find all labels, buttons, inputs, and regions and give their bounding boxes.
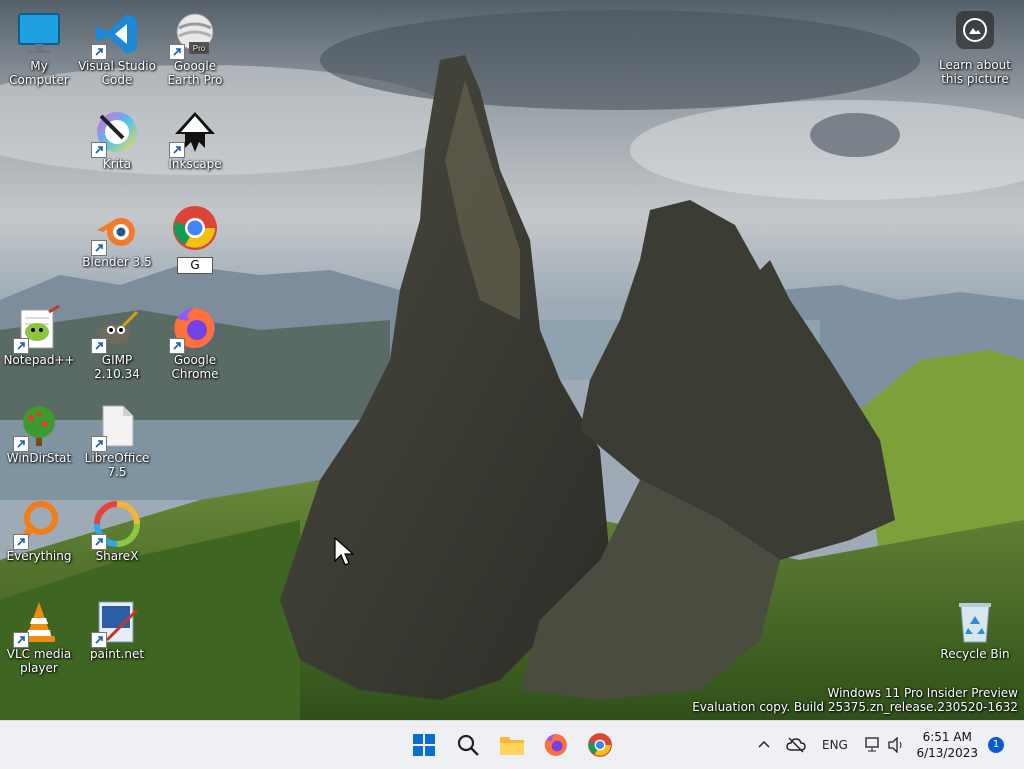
icon-label: ShareX: [95, 549, 139, 563]
shortcut-arrow-icon: [91, 338, 107, 354]
language-label: ENG: [822, 738, 848, 752]
chrome-icon: [588, 733, 612, 757]
shortcut-arrow-icon: [91, 142, 107, 158]
icon-label: Blender 3.5: [82, 255, 152, 269]
clock[interactable]: 6:51 AM 6/13/2023: [916, 729, 978, 761]
language-indicator[interactable]: ENG: [822, 721, 848, 769]
desktop-icon-notepadpp[interactable]: Notepad++: [0, 304, 78, 367]
learn-about-picture[interactable]: Learn about this picture: [930, 11, 1020, 86]
shortcut-arrow-icon: [13, 436, 29, 452]
shortcut-arrow-icon: [91, 436, 107, 452]
windows-watermark: Windows 11 Pro Insider Preview Evaluatio…: [692, 686, 1018, 714]
learn-about-label: Learn about this picture: [939, 58, 1011, 86]
start-button[interactable]: [408, 729, 440, 761]
onedrive-button[interactable]: [782, 729, 810, 761]
desktop-icon-blender[interactable]: Blender 3.5: [78, 206, 156, 269]
chrome-taskbar-button[interactable]: [584, 729, 616, 761]
shortcut-arrow-icon: [169, 338, 185, 354]
icon-label: Inkscape: [168, 157, 222, 171]
start-icon: [413, 734, 435, 756]
rename-input[interactable]: G: [177, 257, 213, 274]
mouse-cursor-icon: [334, 537, 354, 566]
desktop-icon-vlc[interactable]: VLC media player: [0, 598, 78, 675]
desktop-icon-renaming-chrome[interactable]: G: [156, 204, 234, 274]
desktop-icon-libreoffice[interactable]: LibreOffice 7.5: [78, 402, 156, 479]
desktop-icon-inkscape[interactable]: Inkscape: [156, 108, 234, 171]
shortcut-arrow-icon: [13, 338, 29, 354]
icon-label: WinDirStat: [6, 451, 72, 465]
desktop[interactable]: My Computer Notepad++ WinDirStat Everyth…: [0, 0, 1024, 720]
shortcut-arrow-icon: [91, 44, 107, 60]
clock-time: 6:51 AM: [922, 730, 972, 744]
shortcut-arrow-icon: [91, 632, 107, 648]
pro-badge: Pro: [193, 44, 206, 53]
volume-button[interactable]: [884, 729, 908, 761]
icon-label: LibreOffice 7.5: [84, 451, 150, 479]
camera-icon: [956, 11, 994, 49]
chevron-up-icon: [758, 740, 770, 748]
notification-badge[interactable]: 1: [988, 737, 1004, 753]
icon-label: paint.net: [89, 647, 145, 661]
icon-label: Recycle Bin: [940, 647, 1010, 661]
shortcut-arrow-icon: [91, 534, 107, 550]
desktop-icon-gimp[interactable]: GIMP 2.10.34: [78, 304, 156, 381]
icon-label: My Computer: [9, 59, 69, 87]
show-hidden-icons-button[interactable]: [752, 729, 776, 761]
desktop-icon-google-earth-pro[interactable]: Pro Google Earth Pro: [156, 10, 234, 87]
network-icon: [865, 737, 879, 752]
shortcut-arrow-icon: [169, 142, 185, 158]
chrome-icon: [173, 206, 217, 250]
shortcut-arrow-icon: [169, 44, 185, 60]
cloud-offline-icon: [786, 737, 806, 753]
desktop-icon-google-chrome[interactable]: Google Chrome: [156, 304, 234, 381]
file-explorer-button[interactable]: [496, 729, 528, 761]
desktop-icon-everything[interactable]: Everything: [0, 500, 78, 563]
icon-label: GIMP 2.10.34: [94, 353, 140, 381]
taskbar: ENG 6:51 AM 6/13/2023 1: [0, 720, 1024, 769]
search-icon: [457, 734, 479, 756]
desktop-icon-windirstat[interactable]: WinDirStat: [0, 402, 78, 465]
desktop-icon-krita[interactable]: Krita: [78, 108, 156, 171]
icon-label: Visual Studio Code: [78, 59, 156, 87]
icon-label: Google Earth Pro: [167, 59, 223, 87]
watermark-line2: Evaluation copy. Build 25375.zn_release.…: [692, 700, 1018, 714]
desktop-icon-vscode[interactable]: Visual Studio Code: [78, 10, 156, 87]
desktop-icon-sharex[interactable]: ShareX: [78, 500, 156, 563]
speaker-icon: [888, 737, 902, 753]
shortcut-arrow-icon: [13, 534, 29, 550]
network-button[interactable]: [860, 729, 884, 761]
icon-label: Google Chrome: [171, 353, 219, 381]
shortcut-arrow-icon: [91, 240, 107, 256]
shortcut-arrow-icon: [13, 632, 29, 648]
firefox-taskbar-button[interactable]: [540, 729, 572, 761]
icon-label: VLC media player: [6, 647, 72, 675]
monitor-icon: [18, 13, 60, 53]
icon-label: Everything: [6, 549, 72, 563]
recycle-bin-icon: [959, 603, 991, 643]
firefox-icon: [544, 734, 567, 756]
clock-date: 6/13/2023: [916, 746, 978, 760]
watermark-line1: Windows 11 Pro Insider Preview: [827, 686, 1018, 700]
desktop-icon-paintnet[interactable]: paint.net: [78, 598, 156, 661]
file-explorer-icon: [500, 737, 524, 755]
desktop-icon-my-computer[interactable]: My Computer: [0, 10, 78, 87]
icon-label: Notepad++: [3, 353, 75, 367]
desktop-icon-recycle-bin[interactable]: Recycle Bin: [936, 598, 1014, 661]
icon-label: Krita: [102, 157, 132, 171]
search-button[interactable]: [452, 729, 484, 761]
